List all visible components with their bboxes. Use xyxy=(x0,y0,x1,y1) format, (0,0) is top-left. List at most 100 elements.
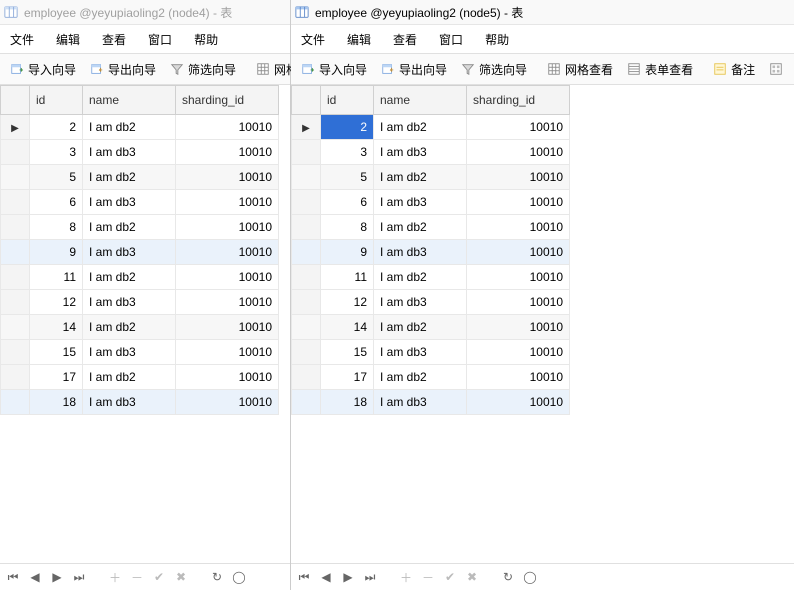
cell-id[interactable]: 12 xyxy=(321,290,374,315)
row-handle[interactable] xyxy=(292,390,321,415)
row-handle-header[interactable] xyxy=(1,86,30,115)
cell-id[interactable]: 6 xyxy=(30,190,83,215)
col-header-sharding-id[interactable]: sharding_id xyxy=(467,86,570,115)
cell-sharding_id[interactable]: 10010 xyxy=(176,115,279,140)
nav-stop[interactable]: ◯ xyxy=(232,570,246,584)
menu-help[interactable]: 帮助 xyxy=(194,31,218,48)
table-row[interactable]: ▶2I am db210010 xyxy=(1,115,279,140)
cell-name[interactable]: I am db3 xyxy=(83,190,176,215)
toolbar-export[interactable]: 导出向导 xyxy=(84,59,162,80)
cell-id[interactable]: 12 xyxy=(30,290,83,315)
cell-sharding_id[interactable]: 10010 xyxy=(176,165,279,190)
row-handle[interactable] xyxy=(1,240,30,265)
toolbar-export[interactable]: 导出向导 xyxy=(375,59,453,80)
nav-remove[interactable]: － xyxy=(130,570,144,584)
table-wrap-left[interactable]: id name sharding_id ▶2I am db2100103I am… xyxy=(0,85,290,563)
row-handle[interactable] xyxy=(292,315,321,340)
table-row[interactable]: 9I am db310010 xyxy=(1,240,279,265)
toolbar-form-view[interactable]: 表单查看 xyxy=(621,59,699,80)
row-handle-header[interactable] xyxy=(292,86,321,115)
toolbar-import[interactable]: 导入向导 xyxy=(4,59,82,80)
row-handle[interactable] xyxy=(292,290,321,315)
cell-id[interactable]: 8 xyxy=(321,215,374,240)
row-handle[interactable] xyxy=(1,315,30,340)
cell-sharding_id[interactable]: 10010 xyxy=(176,365,279,390)
cell-name[interactable]: I am db3 xyxy=(83,140,176,165)
nav-next[interactable]: ▶ xyxy=(50,570,64,584)
cell-name[interactable]: I am db2 xyxy=(83,265,176,290)
menu-file[interactable]: 文件 xyxy=(301,31,325,48)
row-handle[interactable] xyxy=(292,240,321,265)
cell-name[interactable]: I am db2 xyxy=(374,215,467,240)
cell-name[interactable]: I am db2 xyxy=(83,165,176,190)
menu-window[interactable]: 窗口 xyxy=(148,31,172,48)
nav-cancel[interactable]: ✖ xyxy=(174,570,188,584)
cell-name[interactable]: I am db2 xyxy=(374,265,467,290)
menu-file[interactable]: 文件 xyxy=(10,31,34,48)
row-handle[interactable] xyxy=(1,165,30,190)
cell-name[interactable]: I am db3 xyxy=(374,290,467,315)
col-header-name[interactable]: name xyxy=(374,86,467,115)
nav-last[interactable]: ⏭ xyxy=(72,570,86,584)
cell-sharding_id[interactable]: 10010 xyxy=(176,140,279,165)
row-handle[interactable] xyxy=(1,340,30,365)
nav-refresh[interactable]: ↻ xyxy=(210,570,224,584)
cell-name[interactable]: I am db3 xyxy=(374,390,467,415)
nav-first[interactable]: ⏮ xyxy=(297,570,311,584)
row-handle[interactable] xyxy=(1,265,30,290)
cell-name[interactable]: I am db2 xyxy=(374,165,467,190)
table-row[interactable]: 11I am db210010 xyxy=(292,265,570,290)
table-row[interactable]: 6I am db310010 xyxy=(292,190,570,215)
toolbar-import[interactable]: 导入向导 xyxy=(295,59,373,80)
cell-sharding_id[interactable]: 10010 xyxy=(467,315,570,340)
nav-refresh[interactable]: ↻ xyxy=(501,570,515,584)
table-row[interactable]: 3I am db310010 xyxy=(1,140,279,165)
toolbar-memo[interactable]: 备注 xyxy=(707,59,761,80)
cell-sharding_id[interactable]: 10010 xyxy=(467,115,570,140)
row-handle[interactable] xyxy=(1,390,30,415)
cell-sharding_id[interactable]: 10010 xyxy=(467,365,570,390)
table-row[interactable]: 17I am db210010 xyxy=(1,365,279,390)
table-row[interactable]: 8I am db210010 xyxy=(1,215,279,240)
menu-view[interactable]: 查看 xyxy=(102,31,126,48)
col-header-id[interactable]: id xyxy=(30,86,83,115)
cell-id[interactable]: 8 xyxy=(30,215,83,240)
cell-sharding_id[interactable]: 10010 xyxy=(467,340,570,365)
cell-id[interactable]: 18 xyxy=(30,390,83,415)
cell-sharding_id[interactable]: 10010 xyxy=(176,315,279,340)
cell-id[interactable]: 17 xyxy=(321,365,374,390)
titlebar-node5[interactable]: employee @yeyupiaoling2 (node5) - 表 xyxy=(291,0,794,25)
cell-id[interactable]: 14 xyxy=(30,315,83,340)
table-row[interactable]: ▶2I am db210010 xyxy=(292,115,570,140)
row-handle[interactable] xyxy=(292,140,321,165)
table-row[interactable]: 17I am db210010 xyxy=(292,365,570,390)
row-handle[interactable] xyxy=(292,365,321,390)
nav-next[interactable]: ▶ xyxy=(341,570,355,584)
table-row[interactable]: 18I am db310010 xyxy=(292,390,570,415)
table-row[interactable]: 15I am db310010 xyxy=(292,340,570,365)
table-row[interactable]: 6I am db310010 xyxy=(1,190,279,215)
table-row[interactable]: 9I am db310010 xyxy=(292,240,570,265)
cell-sharding_id[interactable]: 10010 xyxy=(467,390,570,415)
cell-sharding_id[interactable]: 10010 xyxy=(176,340,279,365)
cell-id[interactable]: 5 xyxy=(30,165,83,190)
cell-name[interactable]: I am db2 xyxy=(374,365,467,390)
cell-sharding_id[interactable]: 10010 xyxy=(467,265,570,290)
row-handle[interactable] xyxy=(1,290,30,315)
cell-sharding_id[interactable]: 10010 xyxy=(467,290,570,315)
row-handle[interactable] xyxy=(292,190,321,215)
cell-name[interactable]: I am db2 xyxy=(83,215,176,240)
cell-sharding_id[interactable]: 10010 xyxy=(467,165,570,190)
row-handle[interactable]: ▶ xyxy=(1,115,30,140)
cell-name[interactable]: I am db3 xyxy=(83,290,176,315)
nav-commit[interactable]: ✔ xyxy=(443,570,457,584)
cell-name[interactable]: I am db3 xyxy=(83,390,176,415)
cell-sharding_id[interactable]: 10010 xyxy=(176,215,279,240)
cell-sharding_id[interactable]: 10010 xyxy=(176,390,279,415)
row-handle[interactable] xyxy=(292,165,321,190)
cell-id[interactable]: 3 xyxy=(30,140,83,165)
cell-name[interactable]: I am db2 xyxy=(374,315,467,340)
row-handle[interactable] xyxy=(292,215,321,240)
menu-window[interactable]: 窗口 xyxy=(439,31,463,48)
nav-add[interactable]: ＋ xyxy=(108,570,122,584)
